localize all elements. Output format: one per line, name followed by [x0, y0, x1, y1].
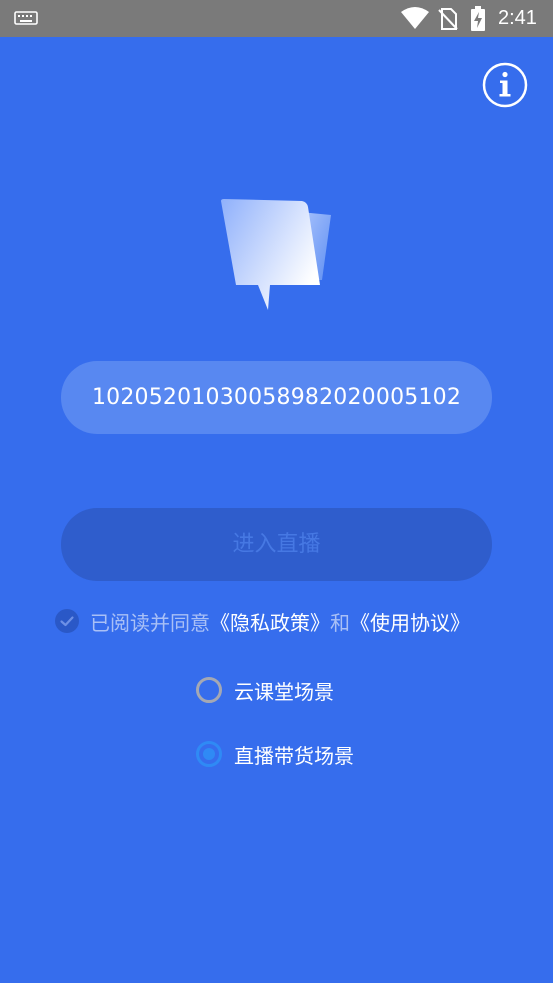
info-button[interactable] — [482, 62, 528, 108]
agreement-row: 已阅读并同意 《隐私政策》 和 《使用协议》 — [55, 607, 470, 635]
app-logo — [218, 198, 336, 316]
enter-live-button[interactable]: 进入直播 — [61, 508, 492, 581]
status-time: 2:41 — [498, 7, 537, 29]
agreement-checkbox[interactable] — [55, 609, 79, 633]
agreement-prefix: 已阅读并同意 — [90, 610, 210, 635]
scene-option-cloud-class[interactable]: 云课堂场景 — [196, 674, 334, 706]
info-icon — [482, 62, 528, 108]
terms-of-use-link[interactable]: 《使用协议》 — [350, 607, 470, 636]
scene-label: 云课堂场景 — [234, 679, 334, 704]
privacy-policy-link[interactable]: 《隐私政策》 — [210, 607, 330, 636]
room-id-field[interactable]: 10205201030058982020005102 — [61, 361, 492, 434]
no-sim-icon — [438, 8, 458, 34]
agreement-conjunction: 和 — [330, 610, 350, 635]
check-icon — [60, 616, 74, 627]
radio-button-unselected[interactable] — [196, 677, 222, 703]
status-bar: 2:41 — [0, 0, 553, 37]
scene-label: 直播带货场景 — [234, 743, 354, 768]
keyboard-icon — [14, 10, 38, 30]
scene-option-live-commerce[interactable]: 直播带货场景 — [196, 738, 354, 770]
wifi-icon — [400, 7, 430, 35]
radio-button-selected[interactable] — [196, 741, 222, 767]
battery-charging-icon — [470, 6, 486, 36]
